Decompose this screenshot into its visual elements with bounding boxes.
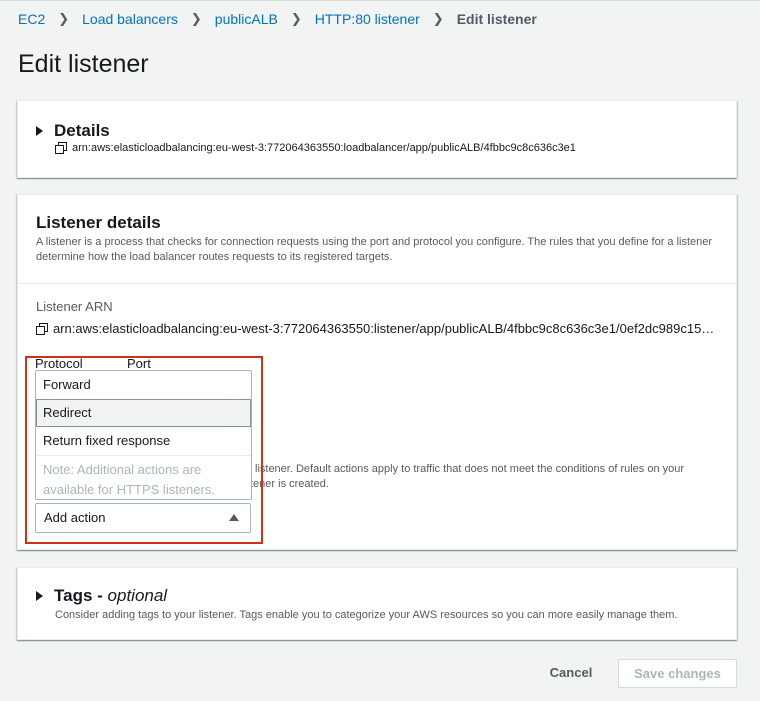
- tags-optional: optional: [107, 586, 168, 605]
- details-expand-toggle[interactable]: Details: [36, 121, 110, 141]
- listener-arn-value: arn:aws:elasticloadbalancing:eu-west-3:7…: [53, 321, 715, 336]
- tags-title-separator: -: [92, 586, 108, 605]
- breadcrumb-load-balancers[interactable]: Load balancers: [82, 11, 178, 27]
- listener-arn-label: Listener ARN: [36, 299, 113, 314]
- listener-details-title: Listener details: [36, 213, 161, 232]
- chevron-right-icon: ❯: [58, 11, 70, 26]
- default-actions-description-line1: listener. Default actions apply to traff…: [255, 463, 685, 475]
- details-arn-row: arn:aws:elasticloadbalancing:eu-west-3:7…: [55, 142, 576, 154]
- chevron-right-icon: ❯: [432, 11, 444, 26]
- details-panel: Details arn:aws:elasticloadbalancing:eu-…: [17, 100, 737, 178]
- page-title: Edit listener: [18, 50, 149, 78]
- breadcrumb-http-listener[interactable]: HTTP:80 listener: [315, 11, 420, 27]
- caret-right-icon: [36, 591, 43, 601]
- breadcrumb-public-alb[interactable]: publicALB: [215, 11, 278, 27]
- add-action-label: Add action: [44, 510, 106, 525]
- chevron-right-icon: ❯: [290, 11, 302, 26]
- copy-icon[interactable]: [55, 142, 67, 154]
- top-divider: [0, 0, 760, 1]
- add-action-options-list: Forward Redirect Return fixed response N…: [35, 370, 252, 500]
- breadcrumb-current: Edit listener: [456, 11, 537, 27]
- option-forward[interactable]: Forward: [36, 371, 251, 399]
- details-title: Details: [54, 121, 110, 140]
- caret-right-icon: [36, 126, 43, 136]
- caret-up-icon: [229, 514, 239, 521]
- dropdown-note: Note: Additional actions are available f…: [36, 455, 251, 501]
- listener-details-description: A listener is a process that checks for …: [36, 236, 713, 263]
- add-action-select[interactable]: Add action: [35, 503, 251, 533]
- listener-arn-row: arn:aws:elasticloadbalancing:eu-west-3:7…: [36, 321, 714, 336]
- section-divider: [18, 283, 736, 284]
- details-arn-value: arn:aws:elasticloadbalancing:eu-west-3:7…: [72, 142, 576, 154]
- copy-icon[interactable]: [36, 322, 48, 335]
- option-return-fixed-response[interactable]: Return fixed response: [36, 427, 251, 455]
- tags-title: Tags - optional: [54, 586, 167, 606]
- tags-title-text: Tags: [54, 586, 93, 605]
- save-changes-button[interactable]: Save changes: [618, 659, 737, 688]
- tags-panel: Tags - optional Consider adding tags to …: [17, 567, 737, 640]
- chevron-right-icon: ❯: [190, 11, 202, 26]
- option-redirect[interactable]: Redirect: [36, 399, 251, 427]
- breadcrumb: EC2 ❯ Load balancers ❯ publicALB ❯ HTTP:…: [18, 11, 537, 27]
- cancel-button[interactable]: Cancel: [548, 660, 594, 686]
- tags-description: Consider adding tags to your listener. T…: [55, 609, 678, 621]
- breadcrumb-ec2[interactable]: EC2: [18, 11, 45, 27]
- tags-expand-toggle[interactable]: Tags - optional: [36, 586, 167, 606]
